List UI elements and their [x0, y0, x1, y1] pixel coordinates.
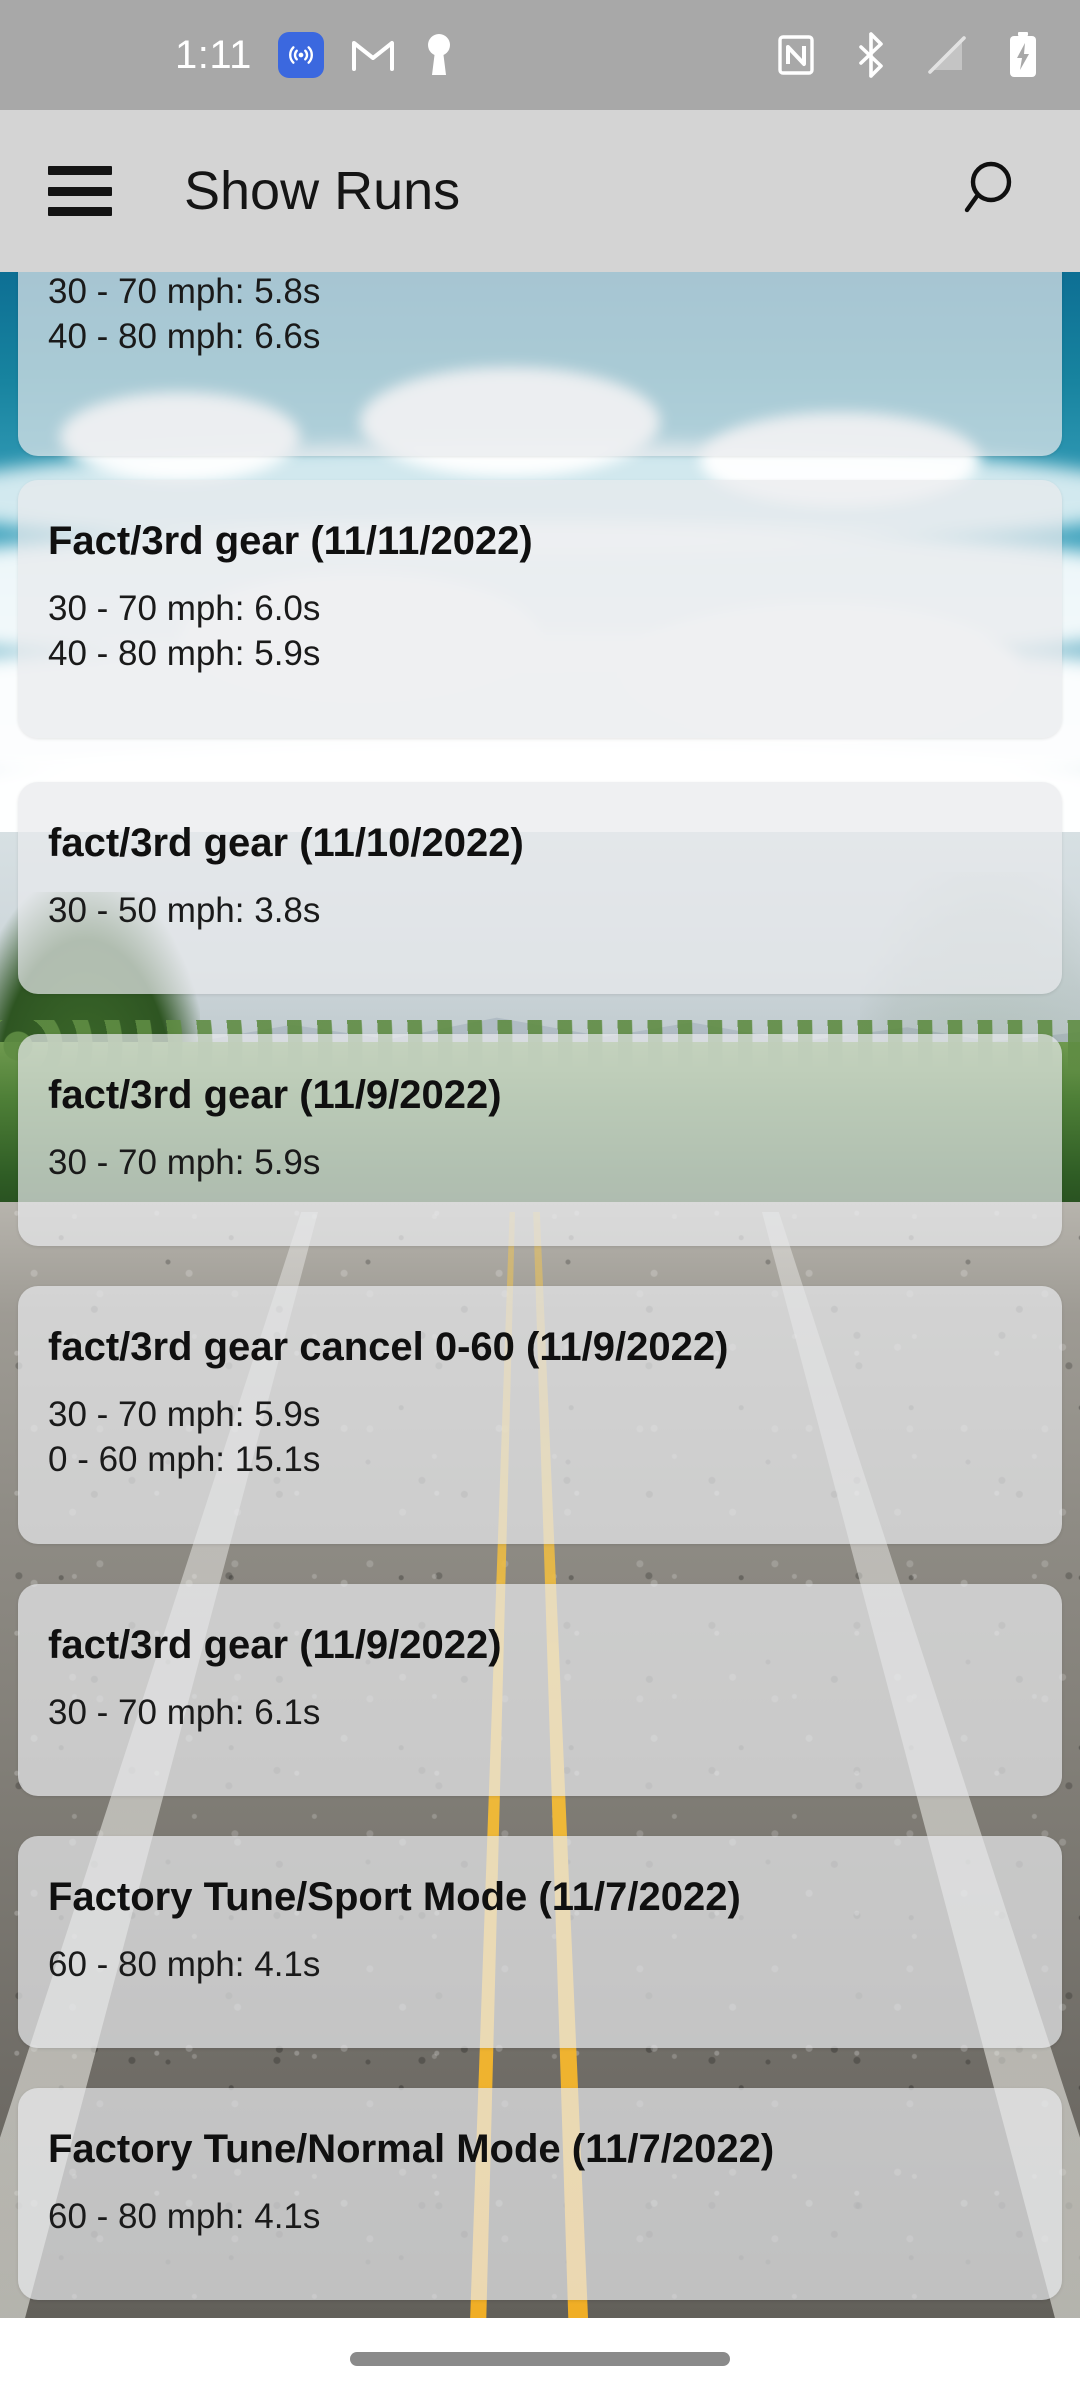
run-title: fact/3rd gear (11/9/2022) — [48, 1623, 502, 1667]
nfc-icon — [776, 33, 816, 77]
run-card[interactable]: Fact/3rd gear (11/11/2022) 30 - 70 mph: … — [18, 480, 1062, 738]
run-card[interactable]: Factory Tune/Sport Mode (11/7/2022) 60 -… — [18, 1836, 1062, 2048]
status-bar: 1:11 — [0, 0, 1080, 110]
status-bar-left-group: 1:11 — [175, 31, 456, 79]
run-title: Fact/3rd gear (11/11/2022) — [48, 519, 533, 563]
keyhole-icon — [422, 31, 456, 79]
run-result-line: 40 - 80 mph: 5.9s — [48, 633, 321, 673]
run-card[interactable]: 30 - 70 mph: 5.8s 40 - 80 mph: 6.6s — [18, 272, 1062, 456]
run-result-line: 30 - 70 mph: 6.1s — [48, 1693, 321, 1733]
runs-list[interactable]: 30 - 70 mph: 5.8s 40 - 80 mph: 6.6s Fact… — [0, 272, 1080, 2318]
run-result-line: 30 - 70 mph: 5.9s — [48, 1395, 321, 1435]
gmail-icon — [350, 37, 396, 73]
hamburger-bar — [48, 166, 112, 175]
status-bar-right-group — [776, 0, 1040, 110]
search-button[interactable] — [942, 148, 1028, 234]
run-title: Factory Tune/Normal Mode (11/7/2022) — [48, 2127, 775, 2171]
run-result-line: 30 - 70 mph: 6.0s — [48, 589, 321, 629]
run-result-line: 60 - 80 mph: 4.1s — [48, 2197, 321, 2237]
hamburger-bar — [48, 207, 112, 216]
run-card[interactable]: fact/3rd gear (11/9/2022) 30 - 70 mph: 6… — [18, 1584, 1062, 1796]
run-result-line: 30 - 50 mph: 3.8s — [48, 891, 321, 931]
hamburger-menu-icon[interactable] — [48, 166, 112, 216]
hamburger-bar — [48, 186, 112, 196]
run-result-line: 30 - 70 mph: 5.9s — [48, 1143, 321, 1183]
cast-icon — [277, 32, 324, 78]
battery-charging-icon — [1006, 31, 1040, 79]
app-bar: Show Runs — [0, 110, 1080, 272]
run-card[interactable]: fact/3rd gear cancel 0-60 (11/9/2022) 30… — [18, 1286, 1062, 1544]
home-gesture-handle[interactable] — [350, 2352, 730, 2366]
run-result-line: 0 - 60 mph: 15.1s — [48, 1439, 321, 1479]
run-result-line: 60 - 80 mph: 4.1s — [48, 1945, 321, 1985]
run-title: fact/3rd gear cancel 0-60 (11/9/2022) — [48, 1325, 729, 1369]
run-result-line: 30 - 70 mph: 5.8s — [48, 272, 321, 311]
run-card[interactable]: fact/3rd gear (11/9/2022) 30 - 70 mph: 5… — [18, 1034, 1062, 1246]
no-signal-icon — [926, 34, 968, 76]
bluetooth-icon — [854, 32, 888, 78]
phone-screen: 30 - 70 mph: 5.8s 40 - 80 mph: 6.6s Fact… — [0, 0, 1080, 2400]
run-card[interactable]: fact/3rd gear (11/10/2022) 30 - 50 mph: … — [18, 782, 1062, 994]
run-title: fact/3rd gear (11/9/2022) — [48, 1073, 502, 1117]
run-card[interactable]: Factory Tune/Normal Mode (11/7/2022) 60 … — [18, 2088, 1062, 2300]
run-result-line: 40 - 80 mph: 6.6s — [48, 316, 321, 356]
page-title: Show Runs — [184, 161, 461, 221]
navigation-bar — [0, 2318, 1080, 2400]
status-bar-clock: 1:11 — [175, 33, 252, 77]
run-title: Factory Tune/Sport Mode (11/7/2022) — [48, 1875, 741, 1919]
run-title: fact/3rd gear (11/10/2022) — [48, 821, 524, 865]
